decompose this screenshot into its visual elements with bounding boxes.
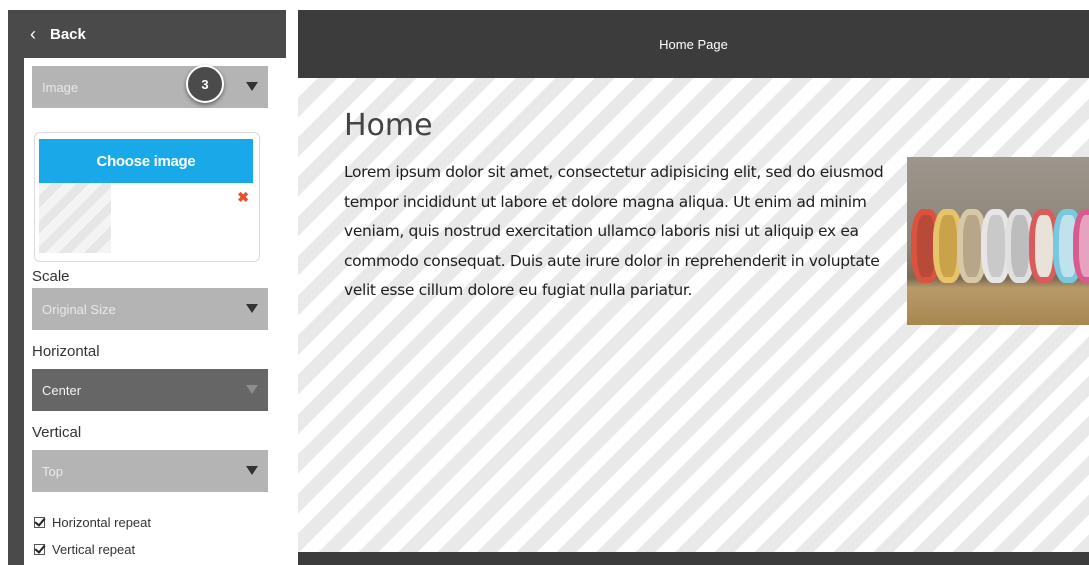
background-settings-panel: Image 3 Choose image ✖ Scale Original Si… (24, 58, 286, 565)
settings-sidebar: ‹ Back Image 3 Choose image ✖ Scale Orig… (8, 10, 286, 565)
vertical-align-select[interactable]: Top (32, 450, 268, 492)
page-preview: Home Page Home Lorem ipsum dolor sit ame… (298, 10, 1089, 565)
preview-header: Home Page (298, 10, 1089, 78)
dropdown-arrow-icon (246, 82, 258, 91)
horizontal-align-value: Center (42, 382, 82, 398)
background-type-value: Image (42, 79, 79, 95)
chevron-left-icon: ‹ (30, 23, 36, 44)
checkbox-checked-icon (34, 517, 45, 528)
dropdown-arrow-icon (246, 304, 258, 313)
page-heading: Home (344, 108, 433, 143)
page-title: Home Page (659, 36, 728, 52)
vertical-repeat-label: Vertical repeat (52, 542, 136, 557)
choose-image-button[interactable]: Choose image (39, 139, 253, 183)
page-body-text: Lorem ipsum dolor sit amet, consectetur … (344, 163, 884, 299)
checkbox-checked-icon (34, 544, 45, 555)
vertical-label: Vertical (32, 424, 82, 441)
scale-value: Original Size (42, 301, 116, 317)
horizontal-repeat-checkbox[interactable]: Horizontal repeat (34, 515, 151, 530)
image-picker: Choose image ✖ (34, 132, 260, 262)
vertical-align-value: Top (42, 463, 63, 479)
step-badge: 3 (186, 65, 224, 103)
horizontal-repeat-label: Horizontal repeat (52, 515, 151, 530)
image-placeholder (39, 183, 111, 253)
remove-image-icon[interactable]: ✖ (237, 189, 249, 206)
scale-select[interactable]: Original Size (32, 288, 268, 330)
washi-tape-photo (907, 157, 1089, 325)
back-button[interactable]: ‹ Back (8, 10, 286, 58)
dropdown-arrow-icon (246, 466, 258, 475)
dropdown-arrow-icon (246, 385, 258, 394)
background-type-select[interactable]: Image (32, 66, 268, 108)
horizontal-label: Horizontal (32, 343, 100, 360)
back-label: Back (50, 25, 86, 43)
vertical-repeat-checkbox[interactable]: Vertical repeat (34, 542, 135, 557)
scale-label: Scale (32, 268, 70, 285)
preview-canvas: Home Lorem ipsum dolor sit amet, consect… (298, 78, 1089, 552)
horizontal-align-select[interactable]: Center (32, 369, 268, 411)
